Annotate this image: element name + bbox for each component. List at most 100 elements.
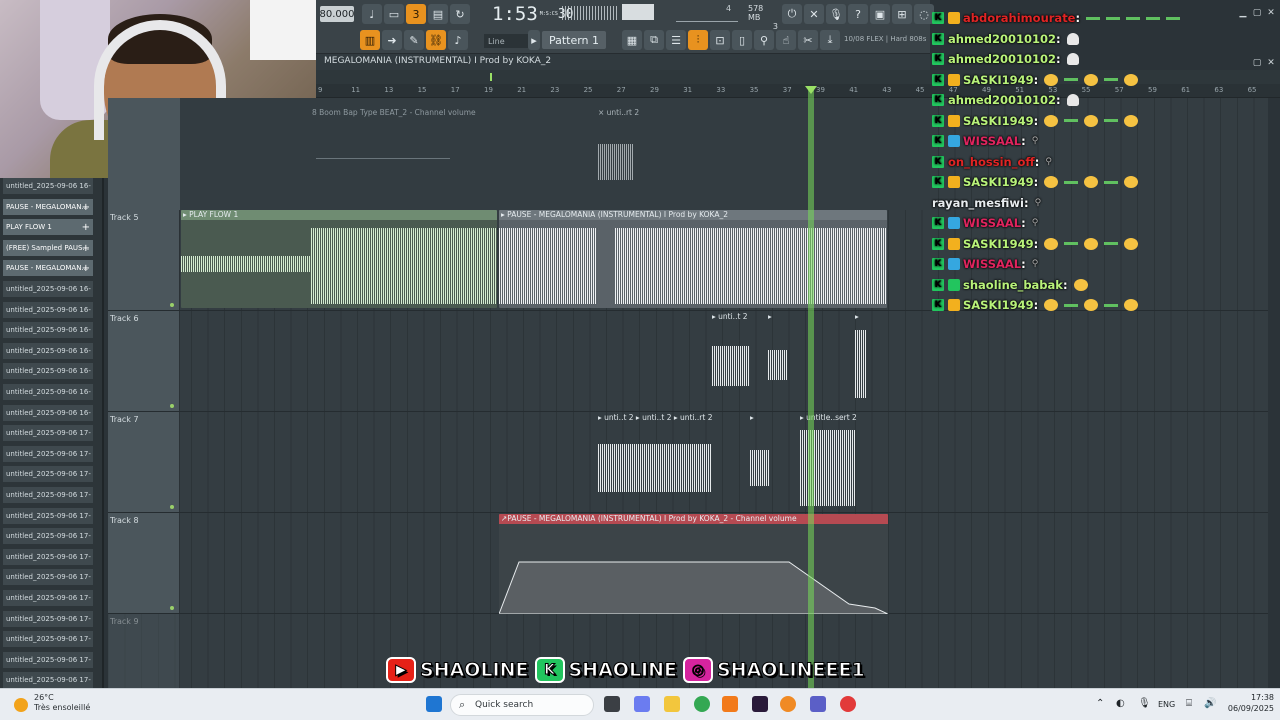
automation-clip-label[interactable]: 8 Boom Bap Type BEAT_2 - Channel volume: [312, 108, 476, 117]
browser-item[interactable]: untitled_2025-09-06 17-: [3, 631, 93, 649]
playhead[interactable]: [808, 86, 814, 688]
chat-username[interactable]: abdorahimourate: [963, 11, 1075, 25]
task-view-icon[interactable]: [604, 696, 620, 712]
browser-item[interactable]: untitled_2025-09-06 17-: [3, 590, 93, 607]
browser-item[interactable]: untitled_2025-09-06 16-: [3, 404, 93, 422]
clip-label[interactable]: × unti..rt 2: [598, 108, 639, 117]
fl-studio-icon[interactable]: [780, 696, 796, 712]
save-icon[interactable]: ▣: [870, 4, 890, 24]
weather-widget[interactable]: 26°C Très ensoleillé: [34, 693, 90, 713]
track-led[interactable]: [170, 606, 174, 610]
browser-item[interactable]: untitled_2025-09-06 17-: [3, 610, 93, 628]
pencil-icon[interactable]: ✎: [404, 30, 424, 50]
browser-item[interactable]: untitled_2025-09-06 17-: [3, 466, 93, 484]
bell-icon[interactable]: ♪: [448, 30, 468, 50]
browser-item[interactable]: (FREE) Sampled PAUS...: [3, 239, 93, 257]
browser-item[interactable]: PAUSE - MEGALOMAN...: [3, 260, 93, 278]
microphone-icon[interactable]: 🎙: [826, 4, 846, 24]
arrow-icon[interactable]: ➜: [382, 30, 402, 50]
piano-roll-icon[interactable]: ⧉: [644, 30, 664, 50]
metronome-icon[interactable]: ♩: [362, 4, 382, 24]
reset-icon[interactable]: ⏻: [782, 4, 802, 24]
chat-username[interactable]: SASKI1949: [963, 237, 1034, 251]
link-icon[interactable]: ⛓: [426, 30, 446, 50]
clip-label[interactable]: ▸: [768, 312, 772, 321]
app-icon[interactable]: [722, 696, 738, 712]
app-icon[interactable]: [840, 696, 856, 712]
playlist-close-icon[interactable]: ✕: [1266, 58, 1276, 68]
chat-username[interactable]: ahmed20010102: [948, 32, 1056, 46]
track-led[interactable]: [170, 404, 174, 408]
loop-record-icon[interactable]: ↻: [450, 4, 470, 24]
touch-icon[interactable]: ☝: [776, 30, 796, 50]
taskbar-search[interactable]: ⌕ Quick search: [450, 694, 594, 716]
chat-username[interactable]: SASKI1949: [963, 298, 1034, 312]
chat-username[interactable]: ahmed20010102: [948, 93, 1056, 107]
browser-item[interactable]: untitled_2025-09-06 17-: [3, 425, 93, 443]
track-header-5[interactable]: Track 5: [108, 210, 180, 311]
browser-item[interactable]: untitled_2025-09-06 16-: [3, 363, 93, 381]
clipboard-icon[interactable]: ▯: [732, 30, 752, 50]
chat-username[interactable]: shaoline_babak: [963, 278, 1063, 292]
copilot-icon[interactable]: [634, 696, 650, 712]
app-icon[interactable]: [752, 696, 768, 712]
clip-label[interactable]: ▸ unti..t 2 ▸ unti..t 2 ▸ unti..rt 2: [598, 413, 713, 422]
browser-item[interactable]: PAUSE - MEGALOMAN...: [3, 198, 93, 216]
audio-clip-play-flow[interactable]: ▸ PLAY FLOW 1: [181, 210, 497, 308]
audio-waveform[interactable]: [750, 450, 770, 486]
midi-icon[interactable]: ✕: [804, 4, 824, 24]
browser-item[interactable]: untitled_2025-09-06 17-: [3, 507, 93, 525]
tray-icon[interactable]: ◐: [1116, 698, 1125, 709]
browser-item[interactable]: untitled_2025-09-06 16-: [3, 301, 93, 319]
track-header-8[interactable]: Track 8: [108, 513, 180, 614]
channel-rack-icon[interactable]: ▦: [622, 30, 642, 50]
taskbar-clock[interactable]: 17:38 06/09/2025: [1222, 692, 1274, 714]
language-indicator[interactable]: ENG: [1158, 700, 1175, 709]
pattern-selector[interactable]: Pattern 1: [542, 31, 606, 49]
chat-username[interactable]: rayan_mesfiwi: [932, 196, 1024, 210]
browser-item[interactable]: untitled_2025-09-06 16-: [3, 281, 93, 298]
mixer-icon[interactable]: ⫶: [688, 30, 708, 50]
browser-item[interactable]: untitled_2025-09-06 16-: [3, 342, 93, 360]
browser-item[interactable]: untitled_2025-09-06 17-: [3, 445, 93, 463]
chat-username[interactable]: WISSAAL: [963, 257, 1021, 271]
browser-icon[interactable]: ☰: [666, 30, 686, 50]
audio-waveform[interactable]: [598, 444, 712, 492]
browser-item[interactable]: untitled_2025-09-06 16-: [3, 384, 93, 401]
file-explorer-icon[interactable]: [664, 696, 680, 712]
browser-item[interactable]: untitled_2025-09-06 16-: [3, 178, 93, 195]
track-header-6[interactable]: Track 6: [108, 311, 180, 412]
minimize-icon[interactable]: ▁: [1238, 8, 1248, 18]
playlist-maximize-icon[interactable]: ▢: [1252, 58, 1262, 68]
browser-item[interactable]: untitled_2025-09-06 17-: [3, 528, 93, 546]
track-header-7[interactable]: Track 7: [108, 412, 180, 513]
browser-item[interactable]: PLAY FLOW 1: [3, 219, 93, 237]
close-icon[interactable]: ✕: [1266, 8, 1276, 18]
chrome-icon[interactable]: [694, 696, 710, 712]
chat-username[interactable]: SASKI1949: [963, 175, 1034, 189]
clip-label[interactable]: ▸: [750, 413, 754, 422]
audio-waveform[interactable]: [768, 350, 788, 380]
chat-username[interactable]: SASKI1949: [963, 114, 1034, 128]
pattern-prev-icon[interactable]: ▸: [528, 30, 540, 50]
chat-username[interactable]: SASKI1949: [963, 73, 1034, 87]
plugin-picker-icon[interactable]: ⊡: [710, 30, 730, 50]
windows-start-icon[interactable]: [426, 696, 442, 712]
tray-chevron-icon[interactable]: ⌃: [1096, 698, 1104, 709]
help-icon[interactable]: ?: [848, 4, 868, 24]
chat-username[interactable]: WISSAAL: [963, 134, 1021, 148]
browser-item[interactable]: untitled_2025-09-06 17-: [3, 487, 93, 504]
clip-label[interactable]: ▸ unti..t 2: [712, 312, 748, 321]
playhead-marker[interactable]: [805, 86, 817, 94]
network-icon[interactable]: ⌸: [1186, 698, 1192, 709]
browser-item[interactable]: untitled_2025-09-06 17-: [3, 569, 93, 587]
plugin-icon[interactable]: ⚲: [754, 30, 774, 50]
render-icon[interactable]: ⊞: [892, 4, 912, 24]
audio-clip-pause-megalomania[interactable]: ▸ PAUSE - MEGALOMANIA (INSTRUMENTAL) I P…: [499, 210, 887, 308]
chat-username[interactable]: WISSAAL: [963, 216, 1021, 230]
browser-item[interactable]: untitled_2025-09-06 17-: [3, 672, 93, 690]
step-edit-icon[interactable]: ▤: [428, 4, 448, 24]
browser-item[interactable]: untitled_2025-09-06 16-: [3, 322, 93, 340]
track-led[interactable]: [170, 303, 174, 307]
track-led[interactable]: [170, 505, 174, 509]
